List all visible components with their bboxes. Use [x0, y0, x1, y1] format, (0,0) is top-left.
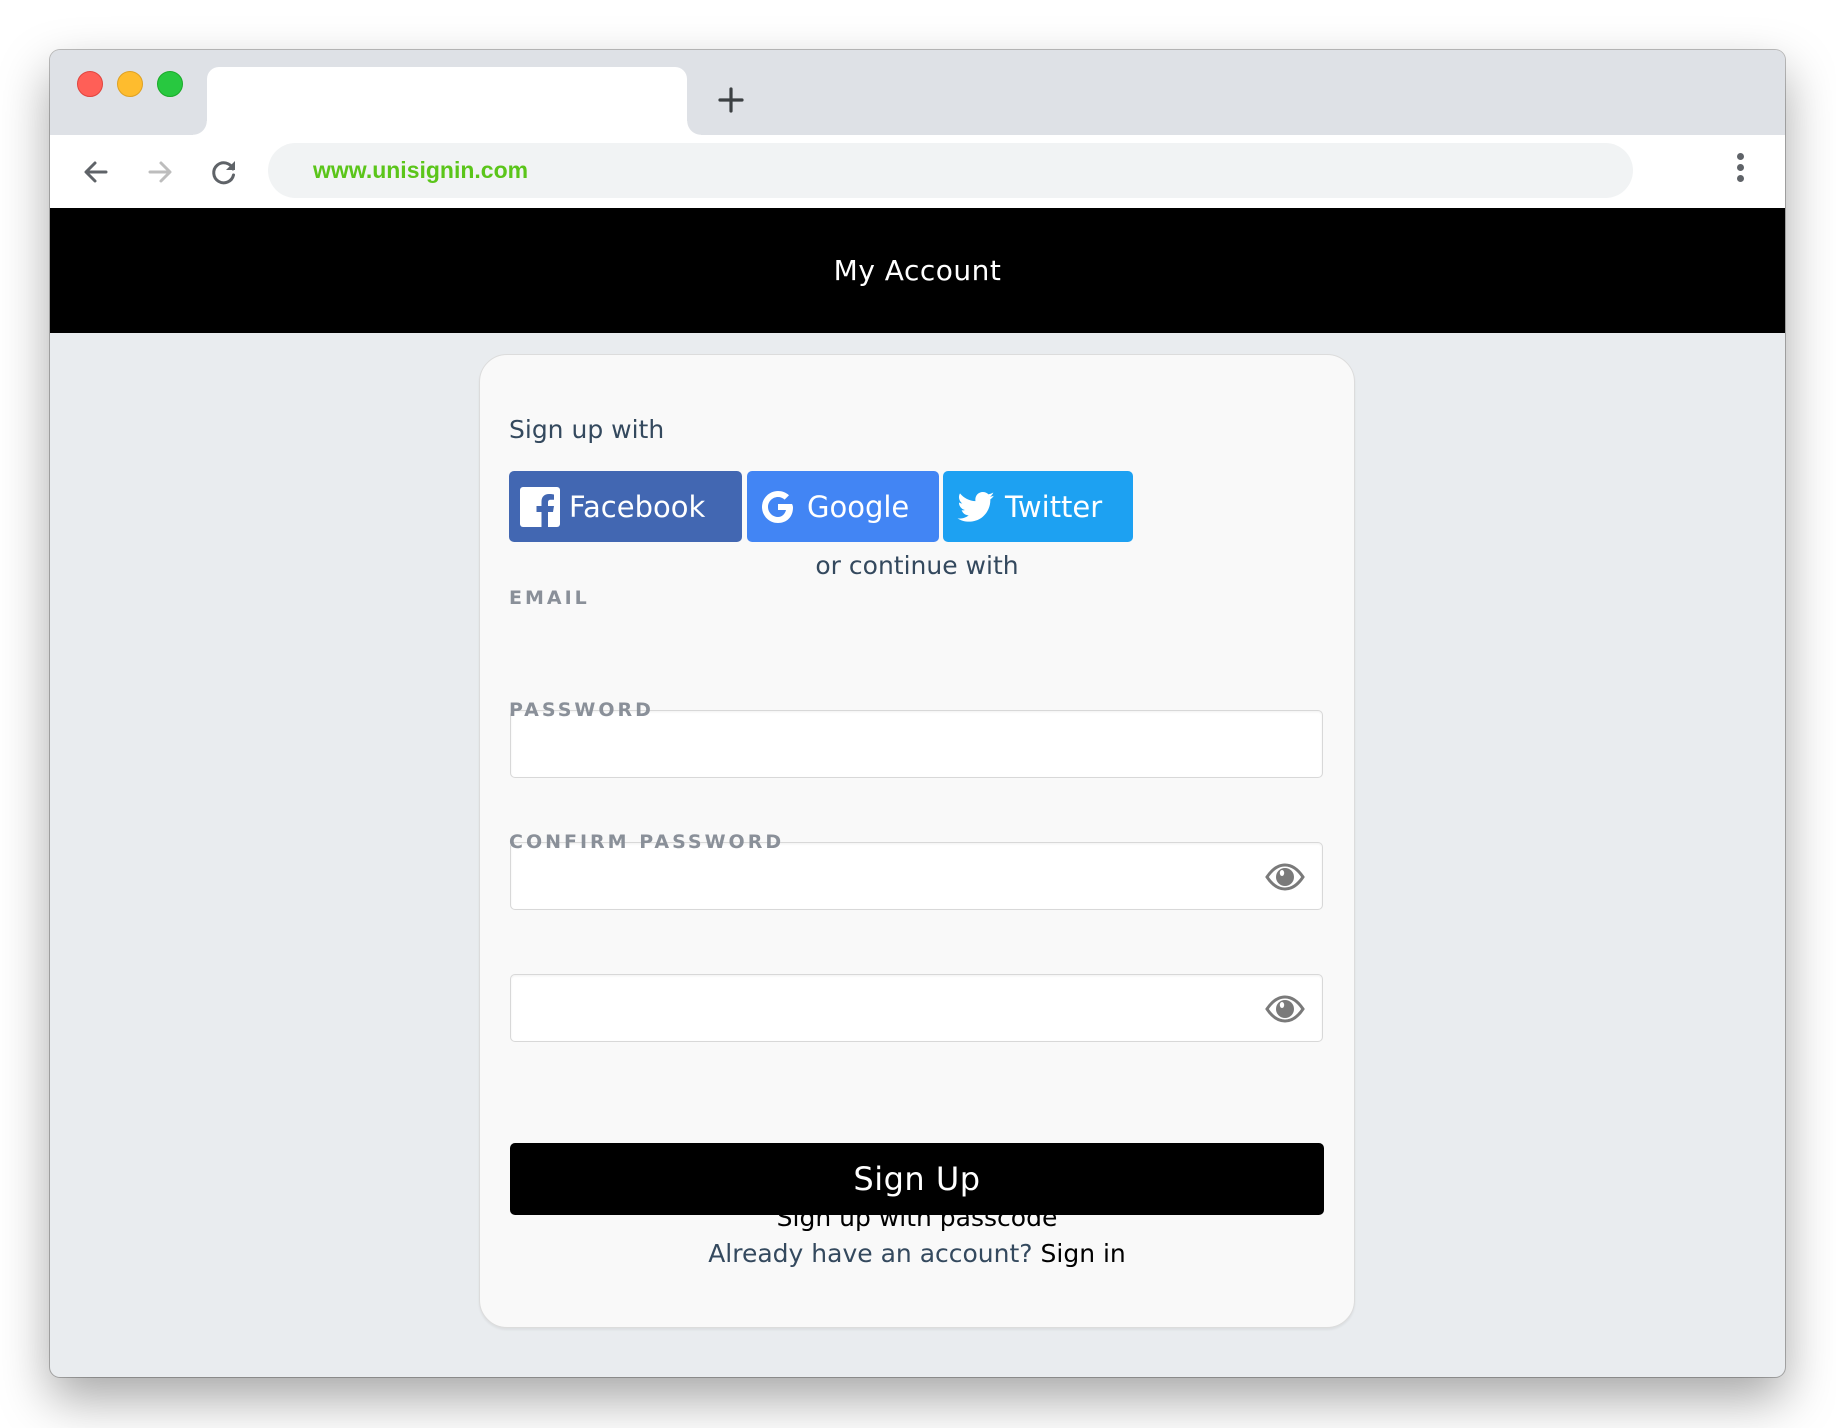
- kebab-menu-icon[interactable]: [1733, 153, 1747, 189]
- already-text: Already have an account?: [708, 1239, 1033, 1268]
- signup-card: Sign up with Facebook Google Twitter or …: [479, 354, 1355, 1328]
- twitter-label: Twitter: [1005, 489, 1103, 524]
- back-button[interactable]: [76, 152, 116, 192]
- url-text: www.unisignin.com: [313, 157, 529, 183]
- arrow-right-icon: [148, 161, 172, 183]
- facebook-button[interactable]: Facebook: [509, 471, 742, 542]
- plus-icon: [718, 87, 744, 113]
- reload-button[interactable]: [204, 152, 244, 192]
- address-bar[interactable]: www.unisignin.com: [268, 143, 1633, 198]
- divider-text: or continue with: [815, 551, 1019, 580]
- close-window-button[interactable]: [77, 71, 103, 97]
- tab-strip: [50, 50, 1785, 135]
- google-label: Google: [807, 489, 910, 524]
- already-have-account: Already have an account? Sign in: [480, 1239, 1354, 1268]
- new-tab-button[interactable]: [711, 80, 751, 120]
- minimize-window-button[interactable]: [117, 71, 143, 97]
- facebook-label: Facebook: [569, 489, 706, 524]
- confirm-password-label: CONFIRM PASSWORD: [509, 831, 785, 853]
- page-title: My Account: [833, 254, 1002, 287]
- active-tab[interactable]: [193, 67, 701, 135]
- confirm-password-field[interactable]: [510, 974, 1323, 1042]
- reload-icon: [212, 161, 235, 185]
- google-icon: [757, 486, 799, 528]
- forward-button[interactable]: [140, 152, 180, 192]
- maximize-window-button[interactable]: [157, 71, 183, 97]
- facebook-icon: [519, 486, 561, 528]
- browser-window: www.unisignin.com My Account Sign up wit…: [50, 50, 1785, 1377]
- browser-toolbar: www.unisignin.com: [50, 135, 1785, 209]
- eye-icon[interactable]: [1264, 989, 1306, 1029]
- social-heading: Sign up with: [509, 415, 665, 444]
- google-button[interactable]: Google: [747, 471, 939, 542]
- sign-in-link[interactable]: Sign in: [1041, 1239, 1126, 1268]
- password-label: PASSWORD: [509, 699, 654, 721]
- twitter-icon: [955, 486, 997, 528]
- eye-icon[interactable]: [1264, 857, 1306, 897]
- app-header: My Account: [50, 208, 1785, 333]
- twitter-button[interactable]: Twitter: [943, 471, 1133, 542]
- email-label: EMAIL: [509, 587, 590, 609]
- arrow-left-icon: [84, 161, 108, 183]
- signup-passcode-link[interactable]: Sign up with passcode: [480, 1203, 1354, 1232]
